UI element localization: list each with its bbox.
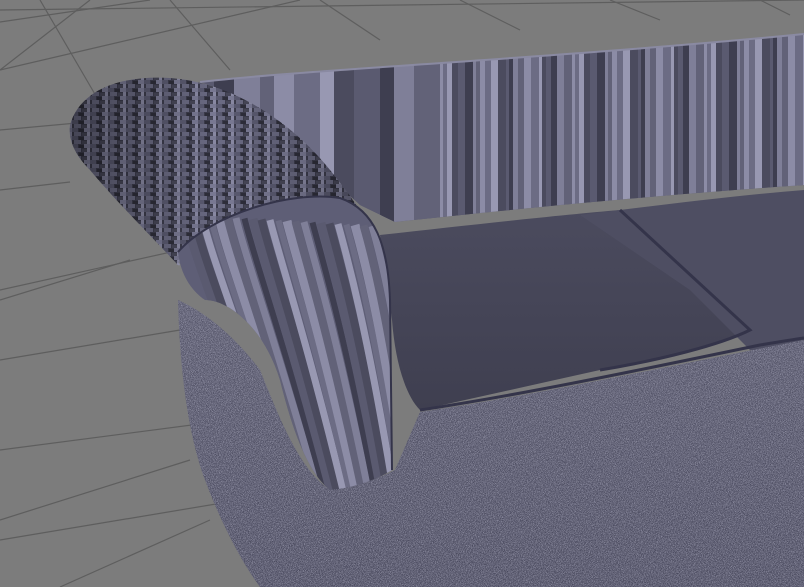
backrest-stripe [491,34,499,222]
backrest-stripe [524,34,532,222]
backrest-stripe [480,34,486,222]
backrest-stripe [551,34,558,222]
grid-line [169,0,231,71]
backrest-stripe [612,34,618,222]
backrest-stripe [542,34,547,222]
backrest-stripe [546,34,552,222]
backrest-stripe [531,34,540,222]
backrest-stripe [485,34,492,222]
grid-line [0,181,71,191]
grid-line [759,0,791,16]
backrest-stripe [608,34,613,222]
backrest-stripe [414,34,441,222]
backrest-stripe [498,34,507,222]
backrest-stripe [597,34,606,222]
backrest-stripe [509,34,514,222]
backrest-stripe [465,34,474,222]
backrest-stripe [518,34,525,222]
backrest-stripe [476,34,481,222]
grid-line [0,459,191,521]
backrest-stripe [458,34,466,222]
backrest-stripe [630,34,639,222]
grid-line [0,499,241,541]
grid-line [609,0,661,21]
backrest-stripe [452,34,459,222]
backrest-stripe [513,34,519,222]
backrest-stripe [394,34,415,222]
grid-line [0,249,181,291]
grid-line [0,329,181,361]
backrest-stripe [557,34,565,222]
backrest-stripe [623,34,631,222]
3d-viewport[interactable] [0,0,804,587]
grid-line [0,0,804,11]
sofa-render-scene [0,0,804,587]
backrest-stripe [380,34,395,222]
backrest-stripe [617,34,624,222]
backrest-stripe [447,34,453,222]
grid-line [59,519,211,587]
backrest-stripe [443,34,448,222]
grid-line [0,259,131,301]
